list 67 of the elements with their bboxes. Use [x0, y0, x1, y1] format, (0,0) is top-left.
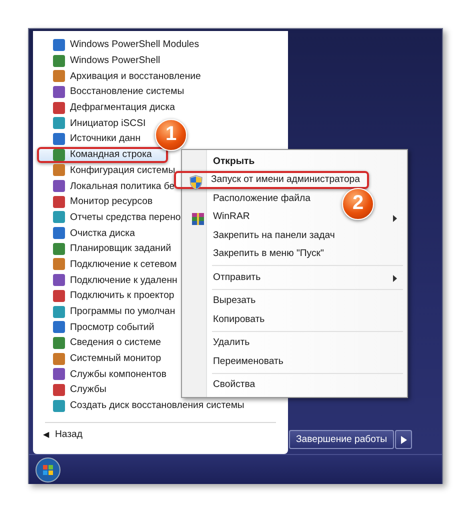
menu-item[interactable]: Удалить	[184, 334, 262, 352]
program-item[interactable]: Windows PowerShell Modules	[37, 37, 202, 53]
program-item[interactable]: Дефрагментация диска	[37, 100, 177, 116]
program-icon	[53, 227, 65, 240]
arrow-right-icon	[400, 436, 407, 444]
program-icon	[53, 211, 65, 224]
program-icon	[53, 86, 65, 98]
step-badge: 2	[342, 188, 374, 220]
program-icon	[53, 290, 65, 302]
step-badge: 1	[155, 118, 187, 151]
program-icon	[53, 352, 65, 365]
shield-icon	[189, 174, 203, 190]
program-icon	[53, 70, 65, 82]
shutdown-button[interactable]: Завершение работы	[289, 430, 394, 449]
menu-item[interactable]: Запуск от имени администратора	[174, 170, 369, 189]
program-item[interactable]: Отчеты средства перено	[37, 210, 183, 226]
shutdown-options-button[interactable]	[395, 430, 412, 449]
program-item[interactable]: Подключение к удаленн	[37, 272, 180, 288]
program-icon	[53, 164, 65, 176]
program-item[interactable]: Просмотр событий	[37, 319, 156, 336]
program-icon	[53, 258, 65, 270]
program-item[interactable]: Планировщик заданий	[37, 240, 174, 257]
program-icon	[53, 368, 65, 380]
program-icon	[53, 148, 65, 161]
program-item[interactable]: Подключить к проектор	[37, 288, 176, 304]
program-icon	[53, 132, 65, 145]
program-item[interactable]: Создать диск восстановления системы	[37, 398, 246, 414]
program-icon	[53, 242, 65, 255]
menu-item[interactable]: Расположение файла	[184, 189, 322, 208]
program-item[interactable]: Архивация и восстановление	[37, 68, 203, 84]
program-icon	[53, 117, 65, 130]
program-icon	[53, 54, 65, 67]
program-item[interactable]: Очистка диска	[37, 225, 137, 241]
menu-item[interactable]: Вырезать	[184, 292, 268, 310]
menu-item[interactable]: Переименовать	[184, 352, 296, 370]
program-icon	[53, 384, 65, 396]
menu-item[interactable]: Копировать	[184, 310, 277, 328]
program-icon	[53, 400, 65, 412]
menu-item[interactable]: Закрепить на панели задач	[184, 226, 347, 244]
program-icon	[53, 274, 65, 286]
program-item[interactable]: Восстановление системы	[37, 84, 186, 100]
program-item[interactable]: Подключение к сетевом	[37, 256, 179, 272]
program-item[interactable]: Программы по умолчан	[37, 304, 178, 320]
program-icon	[53, 180, 65, 192]
program-icon	[53, 38, 65, 51]
program-item[interactable]: Системный монитор	[37, 350, 164, 366]
menu-item[interactable]: Свойства	[184, 376, 268, 394]
menu-item[interactable]: Закрепить в меню "Пуск"	[184, 244, 336, 263]
program-icon	[53, 336, 65, 349]
program-item[interactable]: Windows PowerShell	[37, 52, 162, 68]
program-item[interactable]: Монитор ресурсов	[37, 194, 155, 210]
program-icon	[53, 306, 65, 318]
program-item[interactable]: Инициатор iSCSI	[37, 115, 148, 132]
program-icon	[53, 196, 65, 208]
back-button[interactable]: ◀ Назад	[43, 428, 82, 440]
program-item[interactable]: Сведения о системе	[37, 335, 163, 351]
program-item[interactable]: Командная строка	[37, 146, 168, 162]
start-orb-icon[interactable]	[35, 456, 61, 482]
books-icon	[191, 212, 205, 226]
menu-item[interactable]: Отправить	[184, 268, 405, 286]
program-item[interactable]: Службы компонентов	[37, 366, 168, 382]
menu-item[interactable]: Открыть	[184, 152, 267, 170]
program-item[interactable]: Службы	[37, 382, 108, 398]
program-icon	[53, 321, 65, 334]
program-item[interactable]: Источники данн	[37, 131, 143, 147]
program-item[interactable]: Локальная политика бе	[37, 178, 177, 194]
program-icon	[53, 102, 65, 114]
